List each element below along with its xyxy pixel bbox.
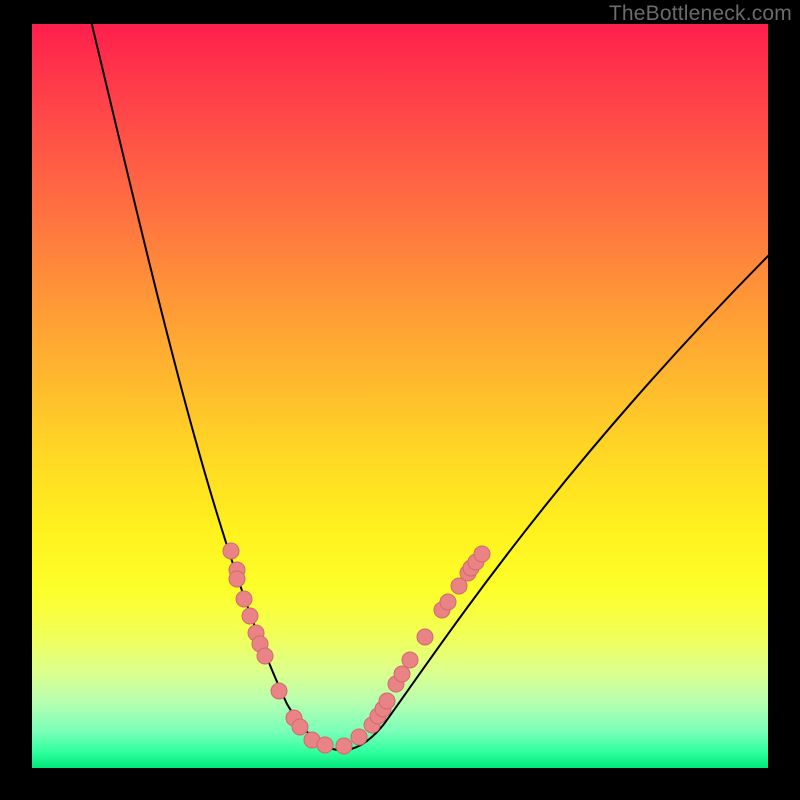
data-dot [317,737,333,753]
data-dot [257,648,273,664]
data-dot [379,693,395,709]
data-dot [474,546,490,562]
dots-left-group [223,543,333,753]
data-dot [351,729,367,745]
watermark-text: TheBottleneck.com [609,2,792,26]
data-dot [223,543,239,559]
chart-frame: TheBottleneck.com [0,0,800,800]
data-dot [292,719,308,735]
data-dot [242,608,258,624]
dots-right-group [336,546,490,754]
data-dot [336,738,352,754]
data-dot [394,666,410,682]
plot-area [32,24,768,768]
data-dot [229,571,245,587]
data-dot [236,591,252,607]
chart-svg [32,24,768,768]
data-dot [440,594,456,610]
data-dot [402,652,418,668]
data-dot [271,683,287,699]
data-dot [417,629,433,645]
